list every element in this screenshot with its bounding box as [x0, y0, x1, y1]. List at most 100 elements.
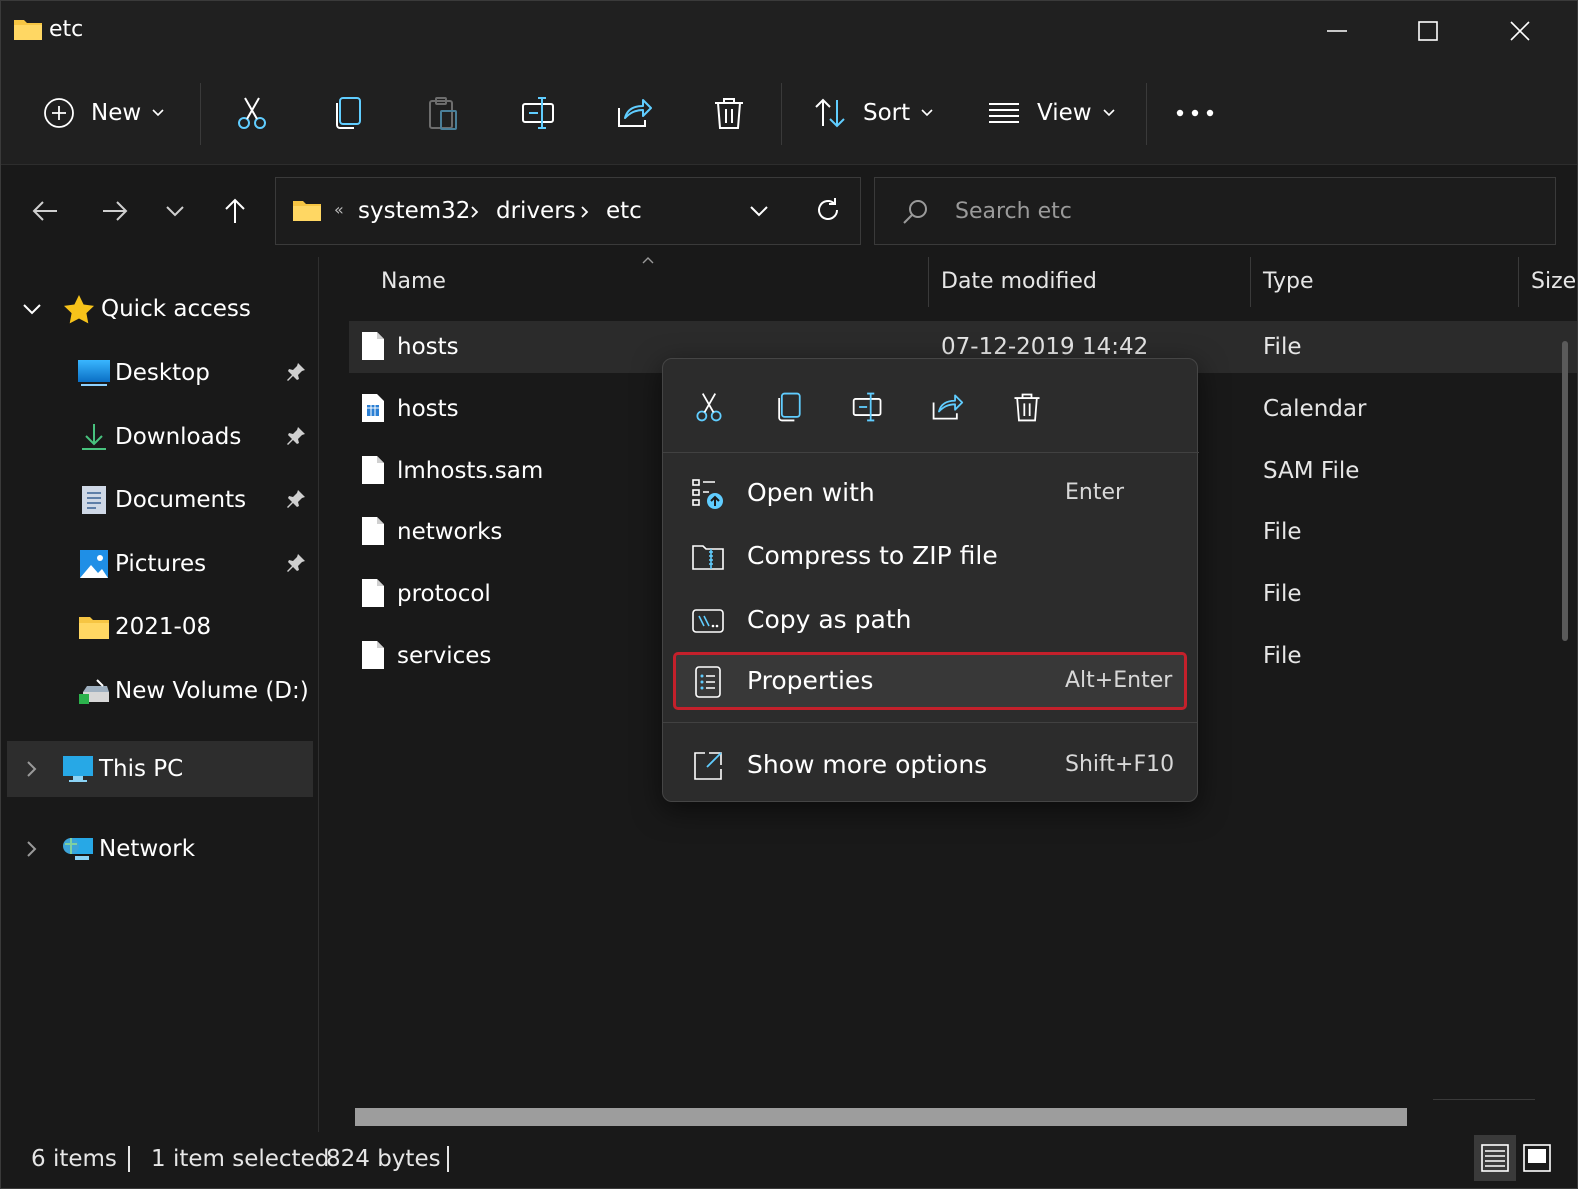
- sidebar-item-downloads[interactable]: Downloads: [77, 411, 241, 463]
- context-delete-button[interactable]: [1007, 387, 1047, 427]
- copy-button[interactable]: [329, 85, 367, 141]
- breadcrumb-system32[interactable]: system32: [358, 198, 470, 224]
- sidebar-label: Desktop: [115, 360, 210, 386]
- breadcrumb-overflow[interactable]: «: [334, 200, 344, 219]
- file-type: File: [1263, 519, 1302, 545]
- more-options-button[interactable]: [1175, 85, 1215, 141]
- sort-arrows-icon: [813, 96, 847, 130]
- status-item-count: 6 items: [31, 1146, 117, 1172]
- sidebar-label: This PC: [99, 756, 184, 782]
- forward-button[interactable]: [93, 189, 137, 233]
- breadcrumb-etc[interactable]: etc: [606, 198, 642, 224]
- sidebar-item-quick-access[interactable]: Quick access: [21, 283, 251, 335]
- pin-icon[interactable]: [285, 488, 307, 510]
- sort-button[interactable]: Sort: [813, 85, 934, 141]
- rename-icon: [851, 389, 885, 425]
- pin-icon[interactable]: [285, 361, 307, 383]
- file-icon: [361, 455, 385, 485]
- file-type: SAM File: [1263, 458, 1360, 484]
- context-item-copy-as-path[interactable]: Copy as path: [673, 591, 1187, 649]
- details-view-icon: [1480, 1143, 1510, 1173]
- view-button[interactable]: View: [987, 85, 1116, 141]
- context-item-compress-zip[interactable]: Compress to ZIP file: [673, 527, 1187, 585]
- column-divider[interactable]: [1250, 257, 1251, 307]
- toolbar-separator: [1146, 83, 1147, 145]
- column-divider[interactable]: [928, 257, 929, 307]
- column-header-size[interactable]: Size: [1531, 269, 1576, 294]
- chevron-right-icon: [580, 205, 590, 219]
- rename-icon: [520, 94, 558, 132]
- sidebar-label: Quick access: [101, 296, 251, 322]
- context-item-show-more-options[interactable]: Show more options Shift+F10: [673, 736, 1187, 794]
- chevron-right-icon: [25, 839, 39, 859]
- window-title: etc: [49, 17, 84, 42]
- copy-icon: [772, 389, 806, 425]
- share-button[interactable]: [615, 85, 653, 141]
- scissors-icon: [233, 94, 271, 132]
- large-icons-view-button[interactable]: [1516, 1135, 1558, 1181]
- up-button[interactable]: [213, 189, 257, 233]
- share-icon: [930, 389, 964, 425]
- column-header-date[interactable]: Date modified: [941, 269, 1097, 294]
- paste-button[interactable]: [424, 85, 462, 141]
- context-rename-button[interactable]: [848, 387, 888, 427]
- sidebar-item-desktop[interactable]: Desktop: [77, 347, 210, 399]
- file-icon: [361, 578, 385, 608]
- close-button[interactable]: [1490, 9, 1550, 53]
- sidebar-label: 2021-08: [115, 614, 212, 640]
- back-button[interactable]: [23, 189, 67, 233]
- rename-button[interactable]: [520, 85, 558, 141]
- file-explorer-window: etc New Sort View « system32 drivers etc…: [0, 0, 1578, 1189]
- toolbar-separator: [200, 83, 201, 145]
- recent-locations-button[interactable]: [153, 189, 197, 233]
- context-item-label: Copy as path: [747, 605, 912, 634]
- breadcrumb-drivers[interactable]: drivers: [496, 198, 576, 224]
- address-dropdown-icon[interactable]: [748, 204, 770, 218]
- sidebar-item-2021-08[interactable]: 2021-08: [77, 601, 211, 653]
- vertical-scrollbar[interactable]: [1562, 341, 1568, 641]
- refresh-icon[interactable]: [814, 196, 842, 224]
- navigation-pane: Quick access Desktop Downloads Documents: [1, 257, 319, 1132]
- sidebar-item-documents[interactable]: Documents: [77, 474, 246, 526]
- address-bar[interactable]: « system32 drivers etc: [275, 177, 861, 245]
- new-button[interactable]: New: [43, 85, 165, 141]
- sidebar-item-new-volume[interactable]: New Volume (D:): [77, 665, 309, 717]
- ellipsis-icon: [1175, 108, 1215, 118]
- cut-button[interactable]: [233, 85, 271, 141]
- delete-button[interactable]: [710, 85, 748, 141]
- file-icon: [361, 516, 385, 546]
- context-cut-button[interactable]: [689, 387, 729, 427]
- search-box[interactable]: Search etc: [874, 177, 1556, 245]
- context-item-open-with[interactable]: Open with Enter: [673, 464, 1187, 522]
- pin-icon[interactable]: [285, 425, 307, 447]
- search-input[interactable]: Search etc: [955, 199, 1072, 224]
- status-separator: [128, 1146, 130, 1172]
- copy-icon: [329, 94, 367, 132]
- file-type: File: [1263, 334, 1302, 360]
- file-type: File: [1263, 581, 1302, 607]
- file-name: lmhosts.sam: [397, 458, 544, 484]
- chevron-down-icon: [21, 302, 43, 316]
- column-header-name[interactable]: Name: [381, 269, 446, 294]
- star-icon: [63, 294, 95, 324]
- sidebar-item-network[interactable]: Network: [25, 823, 195, 875]
- pin-icon[interactable]: [285, 552, 307, 574]
- arrow-right-icon: [101, 199, 129, 223]
- context-share-button[interactable]: [927, 387, 967, 427]
- toolbar-separator: [781, 83, 782, 145]
- column-divider[interactable]: [1518, 257, 1519, 307]
- download-arrow-icon: [77, 422, 111, 452]
- maximize-button[interactable]: [1398, 9, 1458, 53]
- new-label: New: [91, 100, 142, 126]
- sort-label: Sort: [863, 100, 911, 126]
- sidebar-item-pictures[interactable]: Pictures: [77, 538, 206, 590]
- details-view-button[interactable]: [1474, 1135, 1516, 1181]
- context-item-properties[interactable]: Properties Alt+Enter: [673, 652, 1187, 710]
- horizontal-scrollbar[interactable]: [355, 1108, 1407, 1126]
- arrow-left-icon: [31, 199, 59, 223]
- context-item-shortcut: Shift+F10: [1065, 752, 1175, 777]
- sidebar-item-this-pc[interactable]: This PC: [25, 743, 183, 795]
- minimize-button[interactable]: [1307, 9, 1367, 53]
- column-header-type[interactable]: Type: [1263, 269, 1314, 294]
- context-copy-button[interactable]: [769, 387, 809, 427]
